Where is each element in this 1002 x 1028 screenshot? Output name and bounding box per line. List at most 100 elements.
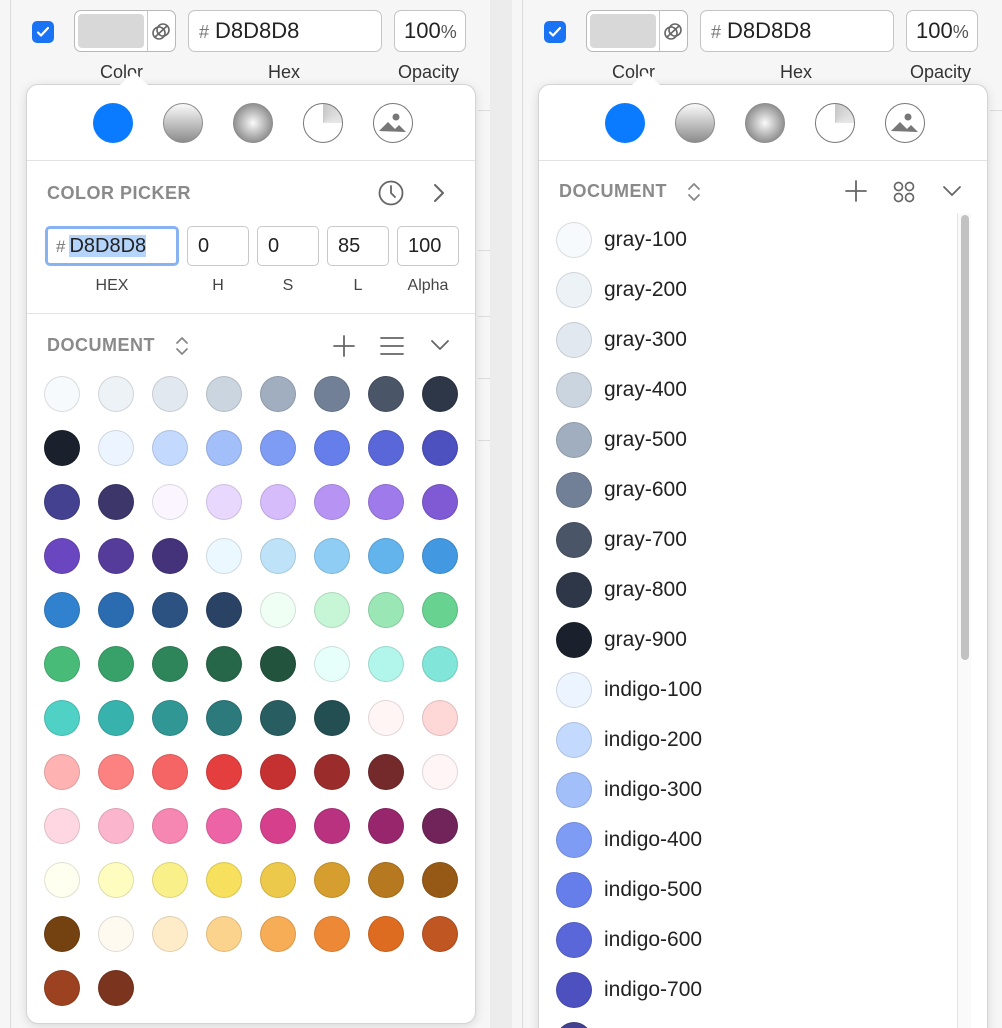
color-swatch[interactable] (44, 646, 80, 682)
color-swatch[interactable] (44, 592, 80, 628)
color-swatch[interactable] (152, 862, 188, 898)
color-swatch[interactable] (368, 808, 404, 844)
color-swatch[interactable] (260, 808, 296, 844)
color-swatch[interactable] (314, 808, 350, 844)
list-item[interactable]: indigo-500 (556, 865, 956, 915)
color-swatch[interactable] (260, 430, 296, 466)
color-swatch[interactable] (260, 916, 296, 952)
list-item[interactable]: gray-900 (556, 615, 956, 665)
color-swatch[interactable] (368, 538, 404, 574)
list-item[interactable]: gray-700 (556, 515, 956, 565)
image-fill-icon[interactable] (373, 103, 413, 143)
solid-fill-icon[interactable] (605, 103, 645, 143)
angular-gradient-icon[interactable] (303, 103, 343, 143)
chevron-right-icon[interactable] (431, 182, 447, 209)
color-swatch[interactable] (98, 862, 134, 898)
list-item[interactable]: gray-200 (556, 265, 956, 315)
color-swatch[interactable] (44, 430, 80, 466)
color-swatch[interactable] (98, 592, 134, 628)
add-icon[interactable] (843, 178, 869, 209)
list-view-icon[interactable] (379, 334, 405, 363)
color-swatch[interactable] (422, 862, 458, 898)
color-swatch[interactable] (422, 430, 458, 466)
color-swatch[interactable] (422, 808, 458, 844)
document-title[interactable]: DOCUMENT (559, 181, 667, 202)
color-swatch[interactable] (368, 592, 404, 628)
chevron-down-icon[interactable] (941, 183, 963, 204)
color-swatch[interactable] (98, 646, 134, 682)
color-swatch[interactable] (98, 376, 134, 412)
linear-gradient-icon[interactable] (163, 103, 203, 143)
color-swatch[interactable] (314, 484, 350, 520)
color-swatch[interactable] (260, 862, 296, 898)
saturation-input[interactable]: 0 (257, 226, 319, 266)
color-swatch[interactable] (152, 754, 188, 790)
up-down-chevron-icon[interactable] (687, 180, 701, 209)
list-item[interactable]: indigo-400 (556, 815, 956, 865)
color-swatch[interactable] (152, 808, 188, 844)
color-swatch[interactable] (98, 484, 134, 520)
image-fill-icon[interactable] (885, 103, 925, 143)
color-swatch[interactable] (314, 430, 350, 466)
add-icon[interactable] (331, 333, 357, 364)
color-swatch[interactable] (206, 538, 242, 574)
color-swatch[interactable] (422, 592, 458, 628)
color-swatch[interactable] (206, 484, 242, 520)
opacity-input[interactable]: 100% (906, 10, 978, 52)
list-item[interactable]: indigo-600 (556, 915, 956, 965)
color-swatch[interactable] (152, 700, 188, 736)
color-swatch[interactable] (98, 538, 134, 574)
color-swatch[interactable] (44, 484, 80, 520)
color-swatch[interactable] (206, 916, 242, 952)
color-swatch[interactable] (44, 970, 80, 1006)
list-item[interactable]: indigo-700 (556, 965, 956, 1015)
color-swatch[interactable] (422, 700, 458, 736)
color-swatch[interactable] (206, 700, 242, 736)
color-swatch[interactable] (368, 916, 404, 952)
color-swatch[interactable] (314, 700, 350, 736)
fill-enabled-checkbox[interactable] (32, 21, 54, 43)
color-swatch[interactable] (152, 916, 188, 952)
color-swatch[interactable] (368, 484, 404, 520)
color-swatch[interactable] (314, 646, 350, 682)
radial-gradient-icon[interactable] (233, 103, 273, 143)
color-swatch[interactable] (44, 538, 80, 574)
chevron-down-icon[interactable] (429, 337, 451, 358)
color-swatch[interactable] (260, 700, 296, 736)
color-swatch[interactable] (206, 376, 242, 412)
color-swatch[interactable] (368, 376, 404, 412)
color-swatch[interactable] (260, 538, 296, 574)
color-swatch[interactable] (98, 916, 134, 952)
color-swatch[interactable] (98, 700, 134, 736)
color-swatch[interactable] (152, 538, 188, 574)
color-swatch[interactable] (422, 646, 458, 682)
color-swatch[interactable] (206, 754, 242, 790)
list-item[interactable]: gray-600 (556, 465, 956, 515)
color-swatch[interactable] (206, 646, 242, 682)
hex-input[interactable]: # D8D8D8 (700, 10, 894, 52)
color-swatch[interactable] (44, 376, 80, 412)
color-swatch[interactable] (368, 700, 404, 736)
list-scrollbar[interactable] (957, 213, 971, 1028)
list-item[interactable]: gray-800 (556, 565, 956, 615)
color-swatch[interactable] (368, 430, 404, 466)
hue-input[interactable]: 0 (187, 226, 249, 266)
color-swatch[interactable] (152, 430, 188, 466)
clock-icon[interactable] (377, 179, 405, 212)
angular-gradient-icon[interactable] (815, 103, 855, 143)
detach-style-icon[interactable] (663, 22, 683, 47)
list-item[interactable]: indigo-300 (556, 765, 956, 815)
color-swatch[interactable] (422, 916, 458, 952)
alpha-input[interactable]: 100 (397, 226, 459, 266)
color-swatch[interactable] (152, 484, 188, 520)
color-swatch[interactable] (368, 754, 404, 790)
color-swatch[interactable] (422, 376, 458, 412)
hex-input[interactable]: # D8D8D8 (188, 10, 382, 52)
color-swatch[interactable] (98, 754, 134, 790)
list-item[interactable]: gray-500 (556, 415, 956, 465)
list-item[interactable]: gray-300 (556, 315, 956, 365)
color-swatch[interactable] (206, 808, 242, 844)
list-item[interactable] (556, 1015, 956, 1028)
color-swatch[interactable] (206, 862, 242, 898)
color-swatch[interactable] (152, 592, 188, 628)
